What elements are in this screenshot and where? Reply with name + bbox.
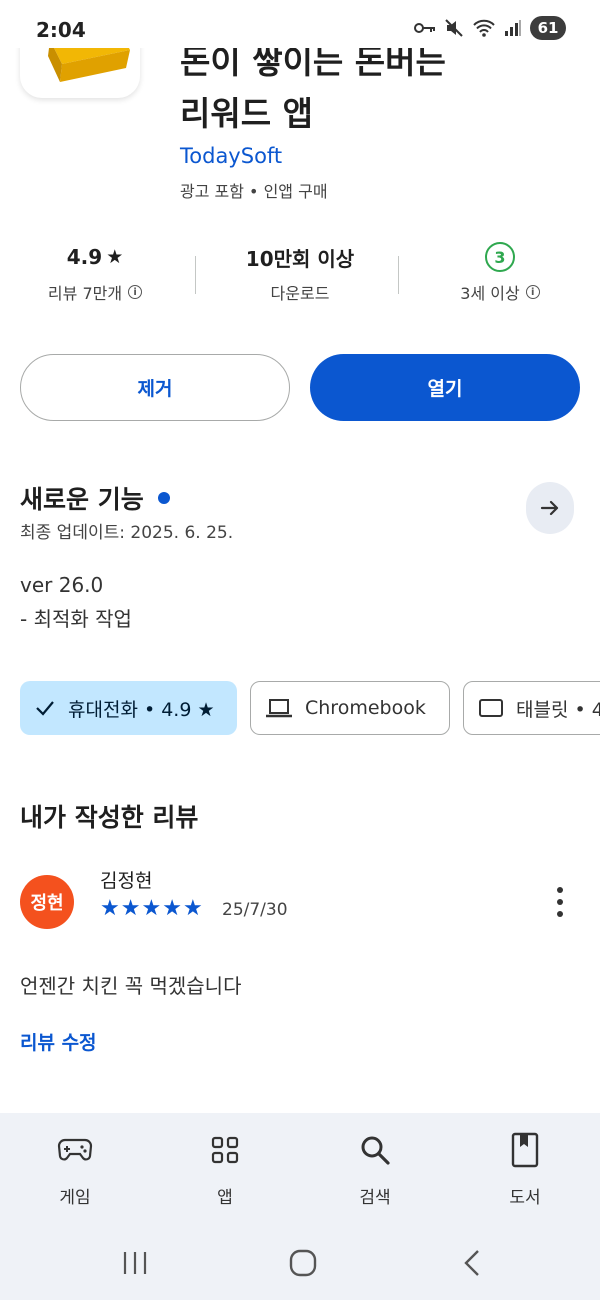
recent-apps-icon (123, 1252, 147, 1274)
nav-apps[interactable]: 앱 (165, 1131, 285, 1208)
review-date: 25/7/30 (222, 900, 288, 920)
whats-new-title: 새로운 기능 (20, 485, 144, 514)
star-icon: ★ (106, 246, 124, 268)
home-button[interactable] (283, 1246, 323, 1280)
home-icon (289, 1249, 317, 1277)
release-note: - 최적화 작업 (20, 607, 132, 631)
stat-rating[interactable]: 4.9 ★ 리뷰 7만개 i (20, 240, 170, 304)
avatar: 정현 (20, 875, 74, 929)
last-updated: 최종 업데이트: 2025. 6. 25. (20, 523, 234, 543)
system-navigation-bar (0, 1228, 600, 1300)
signal-icon (504, 19, 522, 37)
chip-chromebook[interactable]: Chromebook (250, 681, 450, 735)
more-options-button[interactable] (548, 884, 572, 920)
uninstall-button[interactable]: 제거 (20, 354, 290, 421)
rating-label: 리뷰 7만개 (47, 284, 123, 303)
chip-tablet-label: 태블릿 • 4 (516, 698, 600, 721)
battery-indicator: 61 (530, 16, 566, 40)
stat-age-rating[interactable]: 3 3세 이상 i (420, 240, 580, 304)
back-icon (464, 1250, 479, 1276)
reviewer-name: 김정현 (100, 870, 153, 892)
key-icon (414, 21, 436, 35)
divider (195, 256, 196, 294)
nav-books-label: 도서 (509, 1188, 541, 1208)
nav-books[interactable]: 도서 (465, 1131, 585, 1208)
check-icon (36, 701, 54, 716)
open-button[interactable]: 열기 (310, 354, 580, 421)
chip-phone[interactable]: 휴대전화 • 4.9 ★ (20, 681, 237, 735)
back-button[interactable] (452, 1246, 492, 1280)
stat-downloads: 10만회 이상 다운로드 (220, 240, 380, 304)
age-rating-badge: 3 (485, 242, 515, 272)
apps-grid-icon (211, 1136, 239, 1164)
recent-apps-button[interactable] (115, 1246, 155, 1280)
nav-apps-label: 앱 (217, 1188, 233, 1208)
nav-games-label: 게임 (59, 1188, 91, 1208)
whats-new-arrow-button[interactable] (526, 482, 574, 534)
mute-icon (444, 18, 464, 38)
bottom-navigation: 게임 앱 검색 도서 (0, 1113, 600, 1228)
my-review-heading: 내가 작성한 리뷰 (20, 803, 199, 832)
star-icon: ★ (120, 896, 141, 921)
info-icon: i (525, 285, 540, 299)
nav-search-label: 검색 (359, 1188, 391, 1208)
downloads-label: 다운로드 (270, 284, 330, 303)
new-indicator-dot (157, 492, 170, 504)
app-title: 돈이 쌓이는 돈버는 리워드 앱 (180, 36, 580, 140)
info-icon: i (128, 285, 143, 299)
rating-value: 4.9 (66, 245, 103, 269)
app-meta: 광고 포함 • 인앱 구매 (180, 182, 328, 201)
release-notes: ver 26.0 - 최적화 작업 (20, 568, 132, 636)
divider (398, 256, 399, 294)
star-icon: ★ (182, 896, 203, 921)
status-time: 2:04 (36, 18, 86, 42)
more-dot (557, 899, 563, 905)
device-filter-chips: 휴대전화 • 4.9 ★ Chromebook 태블릿 • 4 (20, 681, 600, 735)
chip-tablet[interactable]: 태블릿 • 4 (463, 681, 600, 735)
nav-games[interactable]: 게임 (15, 1131, 135, 1208)
edit-review-link[interactable]: 리뷰 수정 (20, 1028, 97, 1055)
status-icons: 61 (414, 16, 566, 40)
wifi-icon (472, 18, 496, 38)
nav-search[interactable]: 검색 (315, 1131, 435, 1208)
release-version: ver 26.0 (20, 573, 104, 597)
app-title-line2: 리워드 앱 (180, 94, 313, 133)
search-icon (361, 1136, 390, 1165)
whats-new-heading: 새로운 기능 (20, 480, 170, 516)
laptop-icon (266, 699, 292, 718)
developer-link[interactable]: TodaySoft (180, 144, 282, 168)
star-icon: ★ (162, 896, 182, 921)
arrow-right-icon (540, 500, 559, 516)
app-stats: 4.9 ★ 리뷰 7만개 i 10만회 이상 다운로드 3 3세 이상 i (0, 240, 600, 310)
chip-phone-label: 휴대전화 • 4.9 ★ (68, 698, 215, 721)
status-bar: 2:04 61 (0, 0, 600, 48)
more-dot (557, 911, 563, 917)
star-icon: ★ (141, 896, 162, 921)
review-text: 언젠간 치킨 꼭 먹겠습니다 (20, 974, 242, 998)
book-icon (511, 1132, 539, 1168)
star-icon: ★ (100, 896, 120, 921)
chip-chromebook-label: Chromebook (305, 697, 426, 719)
tablet-icon (479, 699, 503, 717)
age-rating-label: 3세 이상 (460, 284, 520, 303)
downloads-value: 10만회 이상 (245, 246, 355, 271)
review-stars: ★ ★ ★ ★ ★ (100, 896, 203, 921)
more-dot (557, 887, 563, 893)
gamepad-icon (57, 1138, 93, 1161)
